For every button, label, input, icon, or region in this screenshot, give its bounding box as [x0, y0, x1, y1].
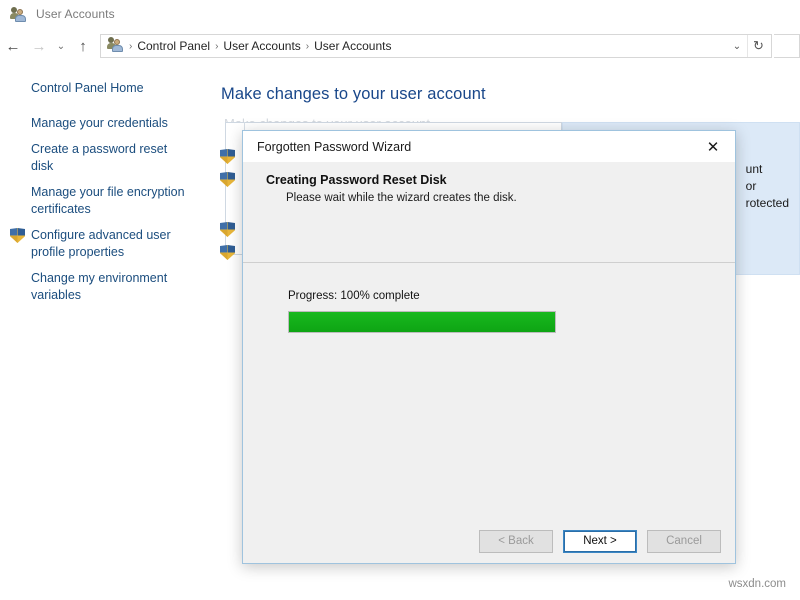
progress-bar: [288, 311, 556, 333]
dialog-subheading: Please wait while the wizard creates the…: [286, 192, 517, 204]
breadcrumb-item-user-accounts[interactable]: User Accounts: [219, 39, 304, 53]
breadcrumb-item-control-panel[interactable]: Control Panel: [133, 39, 214, 53]
sidebar-item-label: Change my environment variables: [31, 271, 167, 302]
breadcrumb-bar[interactable]: › Control Panel › User Accounts › User A…: [100, 34, 772, 58]
explorer-window: User Accounts ← → ⌄ ↑ › Control Panel › …: [0, 0, 800, 600]
dialog-titlebar: Forgotten Password Wizard ✕: [243, 131, 735, 162]
user-accounts-icon: [10, 6, 28, 22]
next-button[interactable]: Next >: [563, 530, 637, 553]
dialog-body: Progress: 100% complete: [243, 263, 735, 521]
cancel-button[interactable]: Cancel: [647, 530, 721, 553]
sidebar-item-label: Configure advanced user profile properti…: [31, 228, 171, 259]
progress-bar-fill: [289, 312, 555, 332]
sidebar-item-label: Manage your credentials: [31, 116, 168, 130]
breadcrumb-user-accounts-icon: [107, 36, 125, 57]
up-button[interactable]: ↑: [70, 33, 96, 59]
info-panel-text: unt or rotected: [746, 161, 789, 212]
address-bar-controls: ⌄ ↻: [727, 35, 769, 57]
breadcrumb-item-user-accounts-2[interactable]: User Accounts: [310, 39, 395, 53]
sidebar-item-label: Create a password reset disk: [31, 142, 167, 173]
uac-shield-icon: [220, 222, 235, 237]
search-input[interactable]: [774, 34, 800, 58]
back-button[interactable]: ←: [0, 33, 26, 59]
sidebar-item-create-password-reset-disk[interactable]: Create a password reset disk: [0, 141, 200, 175]
forgotten-password-wizard-dialog: Forgotten Password Wizard ✕ Creating Pas…: [242, 130, 736, 564]
forward-button[interactable]: →: [26, 33, 52, 59]
chevron-down-icon[interactable]: ⌄: [727, 35, 747, 57]
sidebar-item-change-environment-variables[interactable]: Change my environment variables: [0, 270, 200, 304]
close-icon[interactable]: ✕: [691, 131, 735, 162]
dialog-title: Forgotten Password Wizard: [257, 140, 411, 154]
window-titlebar: User Accounts: [0, 0, 800, 28]
dialog-footer: < Back Next > Cancel: [243, 519, 735, 563]
sidebar: Control Panel Home Manage your credentia…: [0, 64, 214, 600]
dialog-heading: Creating Password Reset Disk: [266, 173, 447, 187]
uac-shield-icon: [220, 149, 235, 164]
sidebar-item-configure-advanced-user-profile-properties[interactable]: Configure advanced user profile properti…: [0, 227, 200, 261]
sidebar-item-label: Manage your file encryption certificates: [31, 185, 185, 216]
watermark: wsxdn.com: [728, 578, 786, 590]
recent-locations-button[interactable]: ⌄: [52, 33, 70, 59]
sidebar-item-manage-credentials[interactable]: Manage your credentials: [0, 115, 200, 132]
sidebar-item-label: Control Panel Home: [31, 81, 144, 95]
dialog-header: Creating Password Reset Disk Please wait…: [243, 162, 735, 262]
sidebar-item-control-panel-home[interactable]: Control Panel Home: [0, 80, 200, 97]
uac-shield-icon: [220, 172, 235, 187]
sidebar-item-manage-file-encryption-certificates[interactable]: Manage your file encryption certificates: [0, 184, 200, 218]
progress-label: Progress: 100% complete: [288, 290, 420, 302]
uac-shield-icon: [10, 228, 25, 248]
page-title: Make changes to your user account: [221, 85, 486, 104]
back-button[interactable]: < Back: [479, 530, 553, 553]
refresh-icon[interactable]: ↻: [747, 35, 769, 57]
address-bar: ← → ⌄ ↑ › Control Panel › User Accounts …: [0, 28, 800, 64]
uac-shield-icon: [220, 245, 235, 260]
window-title: User Accounts: [36, 7, 115, 21]
